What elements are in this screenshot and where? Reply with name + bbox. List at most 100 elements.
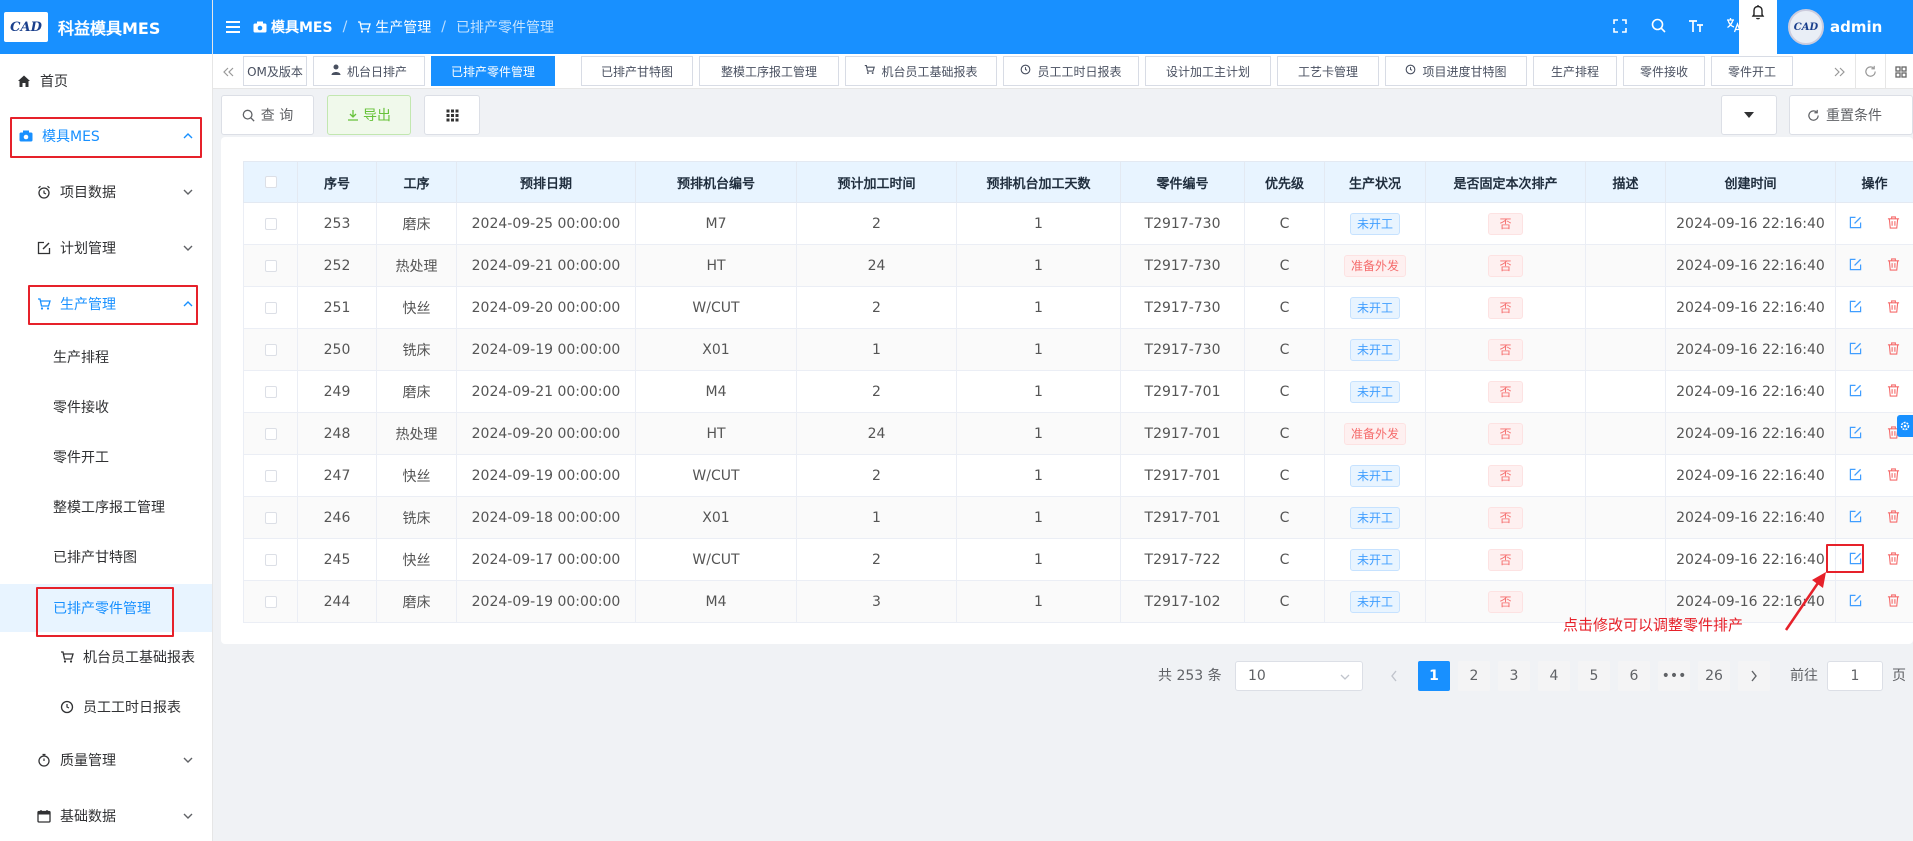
edit-icon[interactable] <box>1848 466 1864 482</box>
edit-icon[interactable] <box>1848 508 1864 524</box>
tab-machine-daily[interactable]: 机台日排产 <box>313 56 425 86</box>
delete-icon[interactable] <box>1886 508 1902 524</box>
table-row[interactable]: 253 磨床 2024-09-25 00:00:00 M7 2 1 T2917-730 C 未开… <box>243 202 1913 245</box>
edit-icon[interactable] <box>1848 214 1864 230</box>
col-header[interactable]: 序号 <box>297 161 377 203</box>
col-header[interactable]: 创建时间 <box>1665 161 1836 203</box>
sidebar-item-plan-mgmt[interactable]: 计划管理 <box>0 228 212 268</box>
column-settings-button[interactable] <box>424 95 480 135</box>
edit-icon[interactable] <box>1848 592 1864 608</box>
tabs-scroll-left-icon[interactable] <box>213 54 243 89</box>
page-size-select[interactable]: 10 <box>1235 661 1363 691</box>
sidebar-item-production-schedule[interactable]: 生产排程 <box>0 337 212 377</box>
settings-float-button[interactable] <box>1897 415 1913 437</box>
col-header[interactable]: 预排机台加工天数 <box>956 161 1121 203</box>
delete-icon[interactable] <box>1886 466 1902 482</box>
tab-project-gantt[interactable]: 项目进度甘特图 <box>1385 56 1527 86</box>
tab-production-schedule[interactable]: 生产排程 <box>1533 56 1617 86</box>
table-row[interactable]: 251 快丝 2024-09-20 00:00:00 W/CUT 2 1 T2917-730… <box>243 286 1913 329</box>
sidebar-item-project-data[interactable]: 项目数据 <box>0 172 212 212</box>
goto-page-input[interactable] <box>1827 661 1883 691</box>
tab-scheduled-parts[interactable]: 已排产零件管理 <box>431 56 555 86</box>
table-row[interactable]: 246 铣床 2024-09-18 00:00:00 X01 1 1 T2917-701 C 未… <box>243 496 1913 539</box>
expand-filter-button[interactable] <box>1721 95 1777 135</box>
sidebar-item-daily-hours[interactable]: 员工工时日报表 <box>0 687 212 727</box>
delete-icon[interactable] <box>1886 256 1902 272</box>
sidebar-item-home[interactable]: 首页 <box>0 61 212 101</box>
page-button[interactable]: 5 <box>1578 661 1610 691</box>
table-row[interactable]: 252 热处理 2024-09-21 00:00:00 HT 24 1 T2917-730 C… <box>243 244 1913 287</box>
col-header[interactable]: 预排机台编号 <box>635 161 797 203</box>
reset-button[interactable]: 重置条件 <box>1789 95 1913 135</box>
search-icon[interactable] <box>1639 18 1677 37</box>
col-header[interactable]: 描述 <box>1585 161 1666 203</box>
checkbox[interactable] <box>264 259 277 272</box>
checkbox[interactable] <box>264 595 277 608</box>
col-header[interactable]: 优先级 <box>1244 161 1325 203</box>
font-size-icon[interactable] <box>1677 18 1715 37</box>
tab-part-receive[interactable]: 零件接收 <box>1623 56 1705 86</box>
tab-daily-hours[interactable]: 员工工时日报表 <box>1003 56 1139 86</box>
sidebar-item-mold-process-report[interactable]: 整模工序报工管理 <box>0 487 212 527</box>
fullscreen-icon[interactable] <box>1601 18 1639 37</box>
delete-icon[interactable] <box>1886 214 1902 230</box>
checkbox[interactable] <box>264 176 277 188</box>
table-row[interactable]: 248 热处理 2024-09-20 00:00:00 HT 24 1 T2917-701 C… <box>243 412 1913 455</box>
sidebar-item-quality-mgmt[interactable]: 质量管理 <box>0 740 212 780</box>
next-page-button[interactable] <box>1738 661 1770 691</box>
checkbox[interactable] <box>264 469 277 482</box>
breadcrumb-item[interactable]: 模具MES <box>271 17 333 37</box>
edit-icon[interactable] <box>1848 382 1864 398</box>
tab-process-card[interactable]: 工艺卡管理 <box>1277 56 1379 86</box>
col-header[interactable]: 是否固定本次排产 <box>1425 161 1586 203</box>
page-button[interactable]: 6 <box>1618 661 1650 691</box>
page-button[interactable]: 4 <box>1538 661 1570 691</box>
sidebar-item-gantt[interactable]: 已排产甘特图 <box>0 537 212 577</box>
sidebar-item-basic-data[interactable]: 基础数据 <box>0 796 212 836</box>
prev-page-button[interactable] <box>1378 661 1410 691</box>
tab-mold-process-report[interactable]: 整模工序报工管理 <box>699 56 839 86</box>
delete-icon[interactable] <box>1886 592 1902 608</box>
tab-part-start[interactable]: 零件开工 <box>1711 56 1793 86</box>
col-header[interactable]: 生产状况 <box>1324 161 1426 203</box>
tabs-scroll-right-icon[interactable] <box>1825 54 1855 89</box>
tab-design-plan[interactable]: 设计加工主计划 <box>1145 56 1271 86</box>
page-button[interactable]: 1 <box>1418 661 1450 691</box>
sidebar-item-part-receive[interactable]: 零件接收 <box>0 387 212 427</box>
grid-menu-icon[interactable] <box>1885 54 1913 89</box>
tab-gantt[interactable]: 已排产甘特图 <box>581 56 693 86</box>
table-row[interactable]: 250 铣床 2024-09-19 00:00:00 X01 1 1 T2917-730 C 未… <box>243 328 1913 371</box>
delete-icon[interactable] <box>1886 298 1902 314</box>
col-header[interactable]: 预计加工时间 <box>796 161 957 203</box>
delete-icon[interactable] <box>1886 340 1902 356</box>
page-ellipsis[interactable]: ••• <box>1658 661 1690 691</box>
delete-icon[interactable] <box>1886 550 1902 566</box>
edit-icon[interactable] <box>1848 256 1864 272</box>
tab-machine-report[interactable]: 机台员工基础报表 <box>845 56 997 86</box>
edit-icon[interactable] <box>1848 340 1864 356</box>
edit-icon[interactable] <box>1848 298 1864 314</box>
menu-toggle-icon[interactable] <box>213 0 253 54</box>
checkbox[interactable] <box>264 553 277 566</box>
table-row[interactable]: 247 快丝 2024-09-19 00:00:00 W/CUT 2 1 T2917-701… <box>243 454 1913 497</box>
tab-bom[interactable]: OM及版本 <box>243 56 307 86</box>
select-all-checkbox[interactable] <box>243 161 298 203</box>
page-button[interactable]: 26 <box>1698 661 1730 691</box>
sidebar-item-part-start[interactable]: 零件开工 <box>0 437 212 477</box>
table-row[interactable]: 245 快丝 2024-09-17 00:00:00 W/CUT 2 1 T2917-722… <box>243 538 1913 581</box>
user-menu[interactable]: CAD admin <box>1788 0 1913 54</box>
breadcrumb-item[interactable]: 生产管理 <box>375 17 431 37</box>
export-button[interactable]: 导出 <box>327 95 411 135</box>
checkbox[interactable] <box>264 217 277 230</box>
delete-icon[interactable] <box>1886 382 1902 398</box>
checkbox[interactable] <box>264 343 277 356</box>
table-row[interactable]: 249 磨床 2024-09-21 00:00:00 M4 2 1 T2917-701 C 未开… <box>243 370 1913 413</box>
checkbox[interactable] <box>264 385 277 398</box>
page-button[interactable]: 2 <box>1458 661 1490 691</box>
checkbox[interactable] <box>264 427 277 440</box>
edit-icon[interactable] <box>1848 424 1864 440</box>
page-button[interactable]: 3 <box>1498 661 1530 691</box>
notification-button[interactable] <box>1739 0 1777 54</box>
checkbox[interactable] <box>264 511 277 524</box>
col-header[interactable]: 工序 <box>376 161 457 203</box>
